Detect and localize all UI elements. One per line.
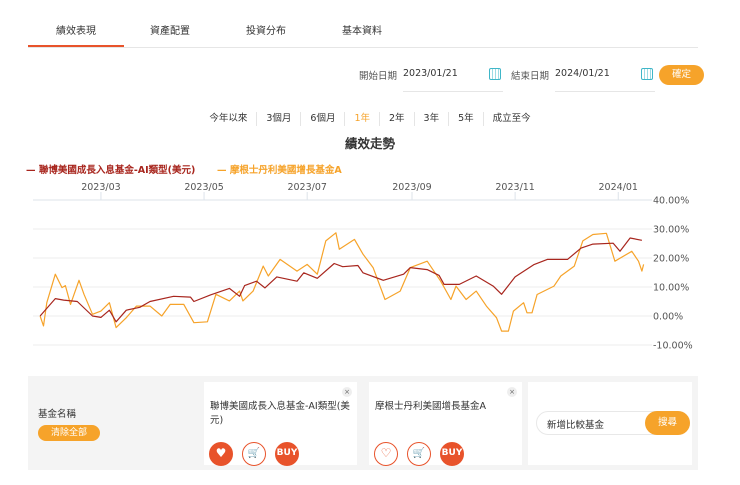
fund-name-label: 基金名稱 [38,409,77,420]
confirm-button[interactable]: 確定 [659,65,704,85]
period-2y[interactable]: 2年 [379,112,414,126]
start-date-label: 開始日期 [359,71,398,82]
heart-outline-icon[interactable]: ♡ [374,442,398,466]
period-5y[interactable]: 5年 [448,112,483,126]
buy-button[interactable]: BUY [440,442,464,466]
end-date-label: 結束日期 [511,71,550,82]
fund-name[interactable]: 摩根士丹利美國增長基金A [375,400,515,414]
calendar-icon[interactable] [489,68,501,80]
fund-card: × 摩根士丹利美國增長基金A ♡ 🛒 BUY [369,382,522,466]
chart-title: 績效走勢 [344,136,395,151]
tab-asset-allocation[interactable]: 資產配置 [122,22,218,37]
series-line [39,237,643,323]
x-tick-label: 2024/01 [599,182,638,193]
period-3m[interactable]: 3個月 [256,112,300,126]
y-tick-label: 0.00% [653,312,683,323]
fund-name[interactable]: 聯博美國成長入息基金-AI類型(美元) [210,400,350,428]
tab-bar: 績效表現 資產配置 投資分布 基本資料 [28,0,698,48]
calendar-icon[interactable] [641,68,653,80]
heart-icon[interactable]: ♥ [209,442,233,466]
x-tick-label: 2023/11 [495,182,534,193]
legend-series-1[interactable]: — 聯博美國成長入息基金-AI類型(美元) [26,162,195,176]
close-icon[interactable]: × [507,387,517,397]
y-tick-label: -10.00% [653,341,693,352]
end-date-input[interactable]: 2024/01/21 [555,66,655,92]
compare-panel: 基金名稱 清除全部 × 聯博美國成長入息基金-AI類型(美元) ♥ 🛒 BUY … [28,376,698,470]
search-card: 新增比較基金 搜尋 [528,382,692,465]
tab-investment-distribution[interactable]: 投資分布 [218,22,314,37]
y-tick-label: 30.00% [653,225,689,236]
fund-card: × 聯博美國成長入息基金-AI類型(美元) ♥ 🛒 BUY [204,382,357,466]
cart-icon[interactable]: 🛒 [242,442,266,466]
search-input[interactable]: 新增比較基金 [547,417,604,431]
search-button[interactable]: 搜尋 [645,411,690,435]
x-tick-label: 2023/07 [287,182,326,193]
clear-all-button[interactable]: 清除全部 [38,425,100,441]
x-tick-label: 2023/05 [184,182,223,193]
period-1y[interactable]: 1年 [344,112,379,126]
x-tick-label: 2023/03 [81,182,120,193]
cart-icon[interactable]: 🛒 [407,442,431,466]
legend-series-2[interactable]: — 摩根士丹利美國增長基金A [217,162,342,176]
y-tick-label: 20.00% [653,254,689,265]
period-selector: 今年以來 3個月 6個月 1年 2年 3年 5年 成立至今 [0,112,740,126]
performance-chart: 2023/03 2023/05 2023/07 2023/09 2023/11 2024/… [33,182,693,352]
x-tick-label: 2023/09 [392,182,431,193]
buy-button[interactable]: BUY [275,442,299,466]
y-tick-label: 40.00% [653,196,689,207]
search-box: 新增比較基金 搜尋 [536,411,690,435]
period-3y[interactable]: 3年 [413,112,449,126]
y-tick-label: 10.00% [653,283,689,294]
tab-basic-info[interactable]: 基本資料 [314,22,410,37]
period-6m[interactable]: 6個月 [300,112,344,126]
period-since-inception[interactable]: 成立至今 [482,112,540,126]
period-ytd[interactable]: 今年以來 [200,112,256,126]
close-icon[interactable]: × [342,387,352,397]
tab-performance[interactable]: 績效表現 [28,22,124,47]
start-date-input[interactable]: 2023/01/21 [403,66,503,92]
